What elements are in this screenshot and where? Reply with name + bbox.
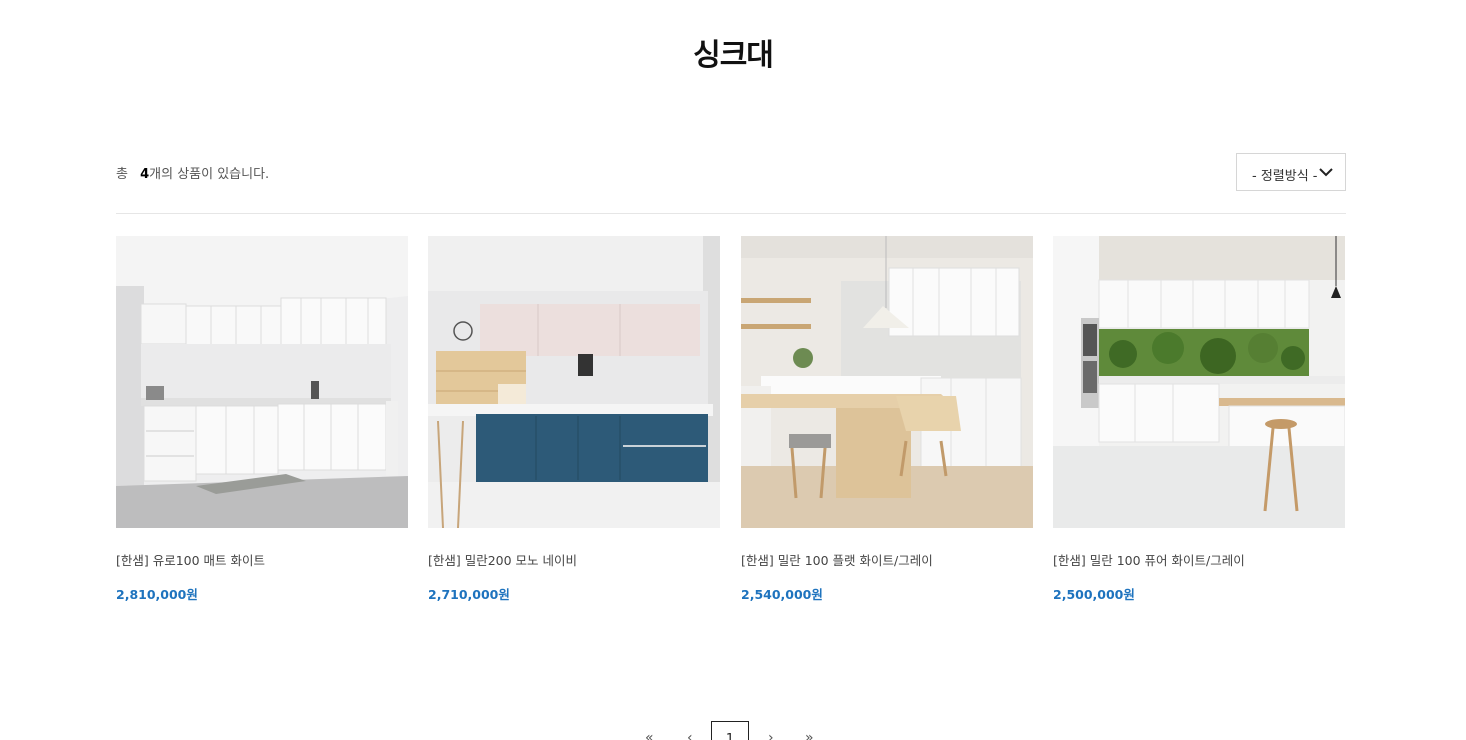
product-card[interactable]: [한샘] 밀란 100 플랫 화이트/그레이 2,540,000원 <box>741 236 1033 603</box>
pagination: « ‹ 1 › » <box>0 720 1466 740</box>
next-page-button[interactable]: › <box>768 730 774 740</box>
product-name[interactable]: [한샘] 유로100 매트 화이트 <box>116 550 408 569</box>
prev-page-button[interactable]: ‹ <box>687 730 693 740</box>
last-page-button[interactable]: » <box>805 730 814 740</box>
product-price: 2,540,000원 <box>741 587 823 602</box>
product-price: 2,710,000원 <box>428 587 510 602</box>
product-image[interactable] <box>741 236 1033 528</box>
count-suffix: 개의 상품이 있습니다. <box>149 167 270 182</box>
product-image[interactable] <box>1053 236 1345 528</box>
product-name[interactable]: [한샘] 밀란 100 플랫 화이트/그레이 <box>741 550 1033 569</box>
product-image[interactable] <box>428 236 720 528</box>
sort-select[interactable]: - 정렬방식 - <box>1236 153 1346 191</box>
product-card[interactable]: [한샘] 밀란200 모노 네이비 2,710,000원 <box>428 236 720 603</box>
product-image[interactable] <box>116 236 408 528</box>
chevron-down-icon <box>1319 162 1333 186</box>
page-title: 싱크대 <box>693 38 774 73</box>
list-toolbar: 총 4개의 상품이 있습니다. - 정렬방식 - <box>116 153 1346 193</box>
first-page-button[interactable]: « <box>645 730 654 740</box>
product-name[interactable]: [한샘] 밀란 100 퓨어 화이트/그레이 <box>1053 550 1345 569</box>
product-count: 총 4개의 상품이 있습니다. <box>116 163 269 182</box>
product-list-page: 싱크대 총 4개의 상품이 있습니다. - 정렬방식 - [한샘] 유로100 … <box>0 0 1466 740</box>
product-price: 2,810,000원 <box>116 587 198 602</box>
product-name[interactable]: [한샘] 밀란200 모노 네이비 <box>428 550 720 569</box>
count-value: 4 <box>140 167 150 182</box>
count-prefix: 총 <box>116 167 128 182</box>
current-page[interactable]: 1 <box>711 721 749 740</box>
product-price: 2,500,000원 <box>1053 587 1135 602</box>
sort-label: - 정렬방식 - <box>1252 169 1318 184</box>
divider <box>116 213 1346 214</box>
product-card[interactable]: [한샘] 밀란 100 퓨어 화이트/그레이 2,500,000원 <box>1053 236 1345 603</box>
product-grid: [한샘] 유로100 매트 화이트 2,810,000원 [한샘] 밀란200 … <box>116 236 1348 616</box>
product-card[interactable]: [한샘] 유로100 매트 화이트 2,810,000원 <box>116 236 408 603</box>
